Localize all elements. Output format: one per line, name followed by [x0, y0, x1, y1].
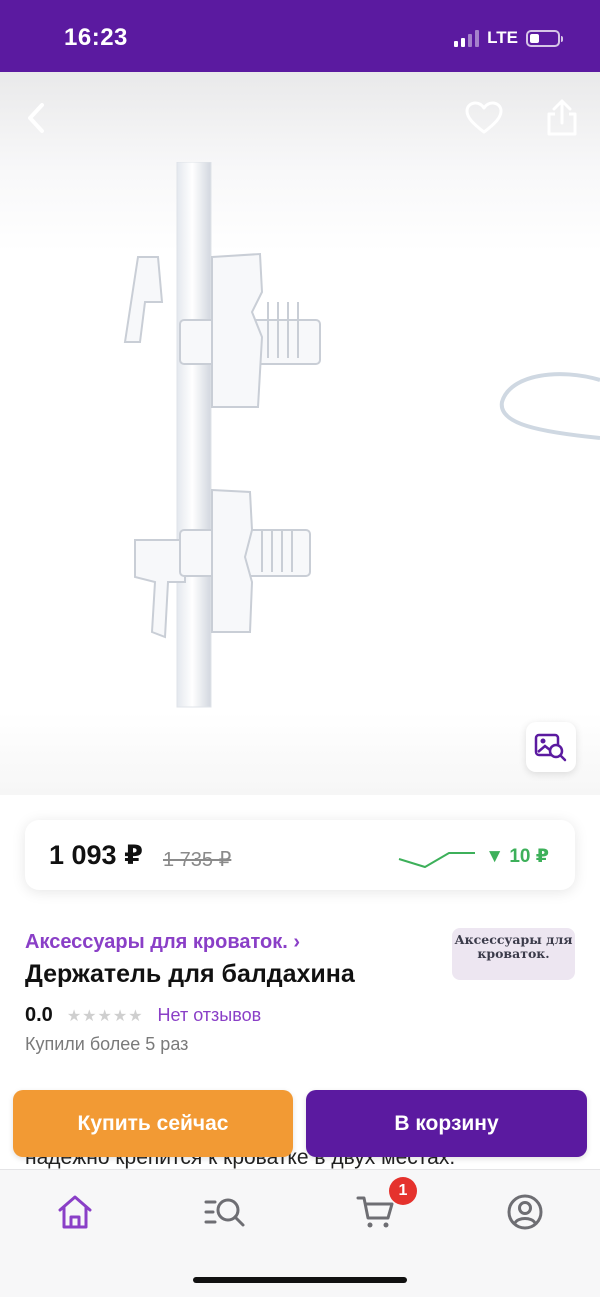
- profile-icon: [507, 1194, 543, 1230]
- old-price: 1 735 ₽: [163, 849, 232, 871]
- status-indicators: LTE: [454, 28, 563, 48]
- cart-icon: [356, 1196, 394, 1228]
- rating-row: 0.0 ★★★★★ Нет отзывов: [25, 1004, 261, 1027]
- rating-value: 0.0: [25, 1004, 53, 1026]
- catalog-search-icon: [204, 1198, 245, 1227]
- tab-profile[interactable]: [500, 1190, 550, 1234]
- favorite-button[interactable]: [462, 96, 506, 140]
- purchase-count: Купили более 5 раз: [25, 1034, 189, 1054]
- tab-catalog[interactable]: [200, 1190, 250, 1234]
- chevron-left-icon: [28, 103, 44, 133]
- heart-icon: [465, 101, 503, 134]
- image-search-icon: [534, 733, 567, 762]
- home-icon: [58, 1195, 92, 1229]
- reviews-link[interactable]: Нет отзывов: [158, 1005, 262, 1026]
- home-indicator: [193, 1277, 407, 1283]
- price-trend-icon: [398, 852, 475, 868]
- brand-logo[interactable]: Аксессуары для кроваток.: [452, 928, 575, 980]
- buy-now-button[interactable]: Купить сейчас: [13, 1090, 293, 1157]
- signal-icon: [454, 29, 480, 47]
- product-photo: [123, 162, 600, 708]
- status-time: 16:23: [64, 24, 128, 51]
- brand-logo-text: Аксессуары для кроваток.: [454, 932, 573, 961]
- status-bar: 16:23 LTE: [0, 0, 600, 72]
- cart-badge: 1: [389, 1177, 417, 1205]
- share-icon: [547, 99, 577, 136]
- price-drop-badge: ▼ 10 ₽: [485, 846, 549, 867]
- rating-stars: ★★★★★: [66, 1007, 144, 1025]
- battery-icon: [526, 29, 563, 47]
- current-price: 1 093 ₽: [49, 840, 143, 870]
- network-type: LTE: [487, 28, 518, 47]
- image-search-button[interactable]: [526, 722, 576, 772]
- price-card[interactable]: 1 093 ₽ 1 735 ₽ ▼ 10 ₽: [25, 820, 575, 890]
- product-title: Держатель для балдахина: [25, 960, 355, 988]
- back-button[interactable]: [16, 96, 60, 140]
- share-button[interactable]: [540, 96, 584, 140]
- tab-home[interactable]: [50, 1190, 100, 1234]
- add-to-cart-button[interactable]: В корзину: [306, 1090, 587, 1157]
- product-gallery[interactable]: [0, 72, 600, 795]
- category-link[interactable]: Аксессуары для кроваток. ›: [25, 931, 300, 954]
